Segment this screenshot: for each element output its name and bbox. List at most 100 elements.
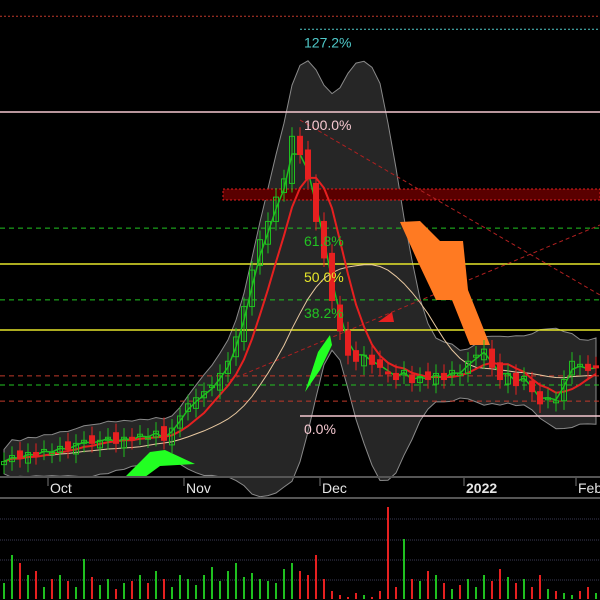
volume-bar [171, 587, 173, 599]
volume-bar [475, 587, 477, 599]
candle-body [305, 149, 311, 180]
volume-bar [379, 591, 381, 599]
candle-body [17, 450, 23, 460]
candle-body [113, 432, 119, 444]
volume-bar [563, 593, 565, 599]
volume-bar [11, 555, 13, 599]
axis-line [0, 476, 600, 478]
volume-bar [491, 581, 493, 599]
volume-bar [243, 577, 245, 599]
candle-body [297, 135, 303, 156]
volume-bar [571, 595, 573, 599]
volume-bar [27, 575, 29, 599]
candle-body [425, 371, 431, 381]
volume-bar [579, 591, 581, 599]
volume-bar [179, 575, 181, 599]
volume-bar [83, 559, 85, 599]
fib-label: 38.2% [304, 305, 344, 321]
fib-label: 127.2% [304, 34, 351, 50]
volume-bar [347, 597, 349, 599]
volume-bar [339, 595, 341, 599]
volume-bar [499, 569, 501, 599]
volume-bar [275, 583, 277, 599]
volume-bar [195, 585, 197, 599]
candle-body [537, 391, 543, 405]
volume-bar [91, 577, 93, 599]
x-tick-label: 2022 [466, 480, 497, 496]
x-tick-label: Nov [186, 480, 211, 496]
volume-bar [19, 563, 21, 599]
volume-bar [507, 577, 509, 599]
volume-bar [331, 591, 333, 599]
candle-body [497, 362, 503, 381]
volume-bar [459, 585, 461, 599]
volume-bar [219, 581, 221, 599]
volume-bar [51, 579, 53, 599]
candle-body [33, 451, 39, 457]
volume-bar [451, 589, 453, 599]
candle-body [345, 330, 351, 356]
volume-bar [355, 593, 357, 599]
volume-bar [147, 583, 149, 599]
volume-bar [595, 593, 597, 599]
fib-label: 50.0% [304, 269, 344, 285]
volume-bar [411, 579, 413, 599]
fib-label: 0.0% [304, 421, 336, 437]
candle-body [409, 374, 415, 384]
candle-body [385, 371, 391, 375]
volume-bar [59, 575, 61, 599]
volume-bar [211, 567, 213, 599]
volume-bar [539, 575, 541, 599]
volume-bar [131, 581, 133, 599]
volume-bar [235, 563, 237, 599]
volume-bar [291, 563, 293, 599]
candle-body [593, 365, 599, 369]
volume-bar [139, 575, 141, 599]
candle-body [369, 354, 375, 365]
candle-body [353, 350, 359, 362]
volume-bar [427, 571, 429, 599]
x-tick-label: Dec [322, 480, 347, 496]
volume-bar [259, 579, 261, 599]
volume-bar [443, 583, 445, 599]
candle-body [377, 359, 383, 368]
candle-body [393, 372, 399, 381]
volume-bar [363, 595, 365, 599]
volume-bar [107, 579, 109, 599]
candle-body [529, 380, 535, 393]
candle-body [585, 363, 591, 371]
candle-body [161, 426, 167, 441]
volume-bar [155, 571, 157, 599]
volume-bar [515, 583, 517, 599]
candle-body [129, 436, 135, 441]
volume-bar [435, 575, 437, 599]
volume-bar [163, 579, 165, 599]
volume-bar [75, 587, 77, 599]
volume-bar [203, 575, 205, 599]
candle-body [489, 348, 495, 368]
volume-bar [67, 581, 69, 599]
volume-bar [419, 581, 421, 599]
fib-label: 61.8% [304, 233, 344, 249]
x-tick-label: Feb [578, 480, 600, 496]
volume-bar [35, 571, 37, 599]
volume-bar [395, 587, 397, 599]
volume-bar [371, 597, 373, 599]
volume-bar [555, 591, 557, 599]
fib-label: 100.0% [304, 117, 351, 133]
volume-bar [403, 539, 405, 599]
volume-bar [43, 587, 45, 599]
volume-bar [251, 573, 253, 599]
volume-bar [299, 571, 301, 599]
candle-body [89, 435, 95, 444]
volume-bar [523, 579, 525, 599]
volume-bar [187, 579, 189, 599]
volume-bar [587, 587, 589, 599]
volume-bar [115, 589, 117, 599]
volume-bar [531, 587, 533, 599]
volume-bar [283, 569, 285, 599]
volume-bar [483, 575, 485, 599]
volume-bar [387, 507, 389, 599]
volume-bar [227, 571, 229, 599]
x-tick-label: Oct [50, 480, 72, 496]
